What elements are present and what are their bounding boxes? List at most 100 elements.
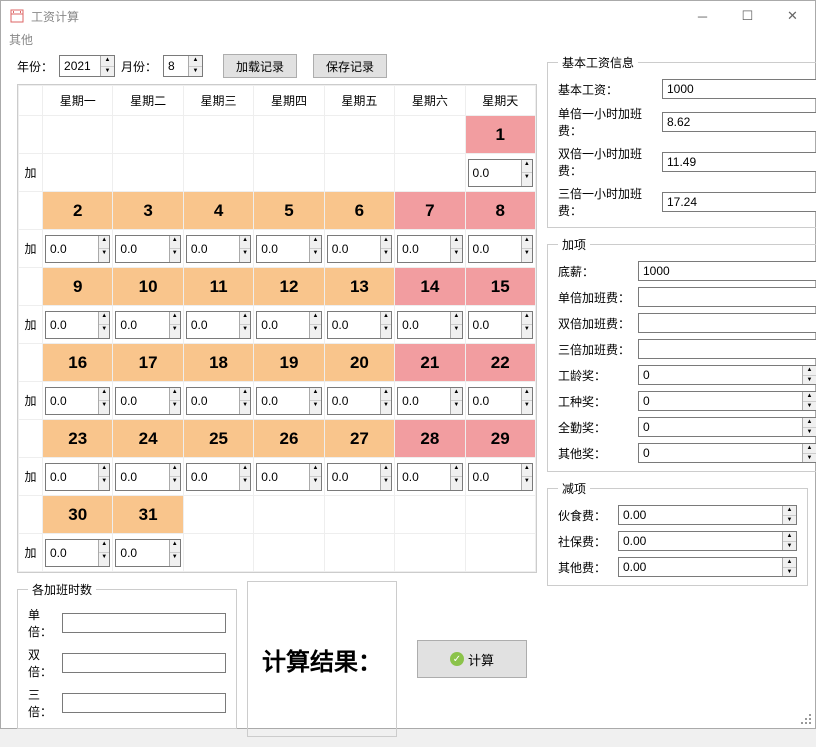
ot-spin[interactable]: ▲▼ [327, 387, 392, 415]
ot-spin[interactable]: ▲▼ [256, 311, 321, 339]
size-grip[interactable] [799, 712, 813, 726]
day-cell: 7 [395, 192, 465, 230]
ot-spin[interactable]: ▲▼ [397, 463, 462, 491]
day-number: 20 [325, 344, 394, 381]
maximize-button[interactable]: ☐ [725, 1, 770, 31]
weekday-header: 星期一 [43, 86, 113, 116]
ot-spin[interactable]: ▲▼ [397, 311, 462, 339]
ot-spin[interactable]: ▲▼ [256, 463, 321, 491]
day-cell: 25 [183, 420, 253, 458]
sub-other-spin[interactable]: ▲▼ [618, 557, 797, 577]
add-s1-field[interactable] [638, 287, 816, 307]
ot-spin[interactable]: ▲▼ [397, 387, 462, 415]
menu-other[interactable]: 其他 [9, 31, 33, 48]
ot-spin[interactable]: ▲▼ [186, 235, 251, 263]
day-cell [324, 496, 394, 534]
ot-spin[interactable]: ▲▼ [45, 463, 110, 491]
add-full-spin[interactable]: ▲▼ [638, 417, 816, 437]
ot-spin[interactable]: ▲▼ [468, 159, 533, 187]
ot-hours-group: 各加班时数 单倍： 双倍： 三倍： [17, 581, 237, 729]
load-button[interactable]: 加载记录 [223, 54, 297, 78]
sub-meal-spin[interactable]: ▲▼ [618, 505, 797, 525]
ot-double-field[interactable] [62, 653, 226, 673]
close-button[interactable]: ✕ [770, 1, 815, 31]
ot-spin[interactable]: ▲▼ [115, 311, 180, 339]
rate2-field[interactable] [662, 152, 816, 172]
save-button[interactable]: 保存记录 [313, 54, 387, 78]
ot-spin[interactable]: ▲▼ [186, 387, 251, 415]
ot-spin[interactable]: ▲▼ [468, 387, 533, 415]
ot-spin[interactable]: ▲▼ [45, 311, 110, 339]
rate1-field[interactable] [662, 112, 816, 132]
day-cell: 11 [183, 268, 253, 306]
day-cell [183, 116, 253, 154]
day-cell: 2 [43, 192, 113, 230]
ot-spin[interactable]: ▲▼ [327, 235, 392, 263]
month-up[interactable]: ▲ [189, 56, 202, 67]
ot-spin[interactable]: ▲▼ [468, 463, 533, 491]
ot-single-field[interactable] [62, 613, 226, 633]
day-number: 22 [466, 344, 535, 381]
day-cell: 5 [254, 192, 324, 230]
add-base-field[interactable] [638, 261, 816, 281]
calendar: 星期一星期二星期三星期四星期五星期六星期天 1加▲▼2345678加▲▼▲▼▲▼… [17, 84, 537, 573]
rate3-field[interactable] [662, 192, 816, 212]
ot-spin[interactable]: ▲▼ [186, 311, 251, 339]
add-other-spin[interactable]: ▲▼ [638, 443, 816, 463]
add-s3-field[interactable] [638, 339, 816, 359]
day-number: 8 [466, 192, 535, 229]
weekday-header: 星期天 [465, 86, 535, 116]
year-spin[interactable]: ▲▼ [59, 55, 115, 77]
day-number: 17 [113, 344, 182, 381]
check-icon: ✓ [450, 652, 464, 666]
day-number: 18 [184, 344, 253, 381]
add-s2-field[interactable] [638, 313, 816, 333]
sub-ss-spin[interactable]: ▲▼ [618, 531, 797, 551]
day-number: 10 [113, 268, 182, 305]
calculate-button[interactable]: ✓ 计算 [417, 640, 527, 678]
ot-spin[interactable]: ▲▼ [115, 387, 180, 415]
base-salary-spin[interactable]: ▲▼ [662, 79, 816, 99]
ot-spin[interactable]: ▲▼ [327, 311, 392, 339]
ot-spin[interactable]: ▲▼ [468, 311, 533, 339]
add-type-spin[interactable]: ▲▼ [638, 391, 816, 411]
app-icon [9, 8, 25, 24]
year-down[interactable]: ▼ [101, 67, 114, 77]
ot-spin[interactable]: ▲▼ [115, 539, 180, 567]
ot-spin[interactable]: ▲▼ [256, 387, 321, 415]
ot-spin[interactable]: ▲▼ [468, 235, 533, 263]
day-cell: 20 [324, 344, 394, 382]
weekday-header: 星期三 [183, 86, 253, 116]
ot-spin[interactable]: ▲▼ [186, 463, 251, 491]
ot-spin[interactable]: ▲▼ [45, 387, 110, 415]
ot-spin[interactable]: ▲▼ [327, 463, 392, 491]
day-number: 16 [43, 344, 112, 381]
row-label: 加 [19, 534, 43, 572]
ot-spin[interactable]: ▲▼ [115, 463, 180, 491]
day-cell [465, 496, 535, 534]
ot-spin[interactable]: ▲▼ [45, 539, 110, 567]
ot-spin[interactable]: ▲▼ [45, 235, 110, 263]
ot-triple-field[interactable] [62, 693, 226, 713]
day-cell: 22 [465, 344, 535, 382]
minimize-button[interactable]: ─ [680, 1, 725, 31]
month-down[interactable]: ▼ [189, 67, 202, 77]
year-up[interactable]: ▲ [101, 56, 114, 67]
day-cell: 8 [465, 192, 535, 230]
day-cell: 4 [183, 192, 253, 230]
day-number: 3 [113, 192, 182, 229]
ot-spin[interactable]: ▲▼ [115, 235, 180, 263]
day-cell: 3 [113, 192, 183, 230]
month-label: 月份： [121, 58, 157, 75]
add-age-spin[interactable]: ▲▼ [638, 365, 816, 385]
ot-spin[interactable]: ▲▼ [397, 235, 462, 263]
row-label: 加 [19, 382, 43, 420]
day-cell [324, 116, 394, 154]
day-number: 6 [325, 192, 394, 229]
ot-spin[interactable]: ▲▼ [256, 235, 321, 263]
day-cell: 15 [465, 268, 535, 306]
month-spin[interactable]: ▲▼ [163, 55, 203, 77]
day-number: 7 [395, 192, 464, 229]
day-cell: 19 [254, 344, 324, 382]
row-label: 加 [19, 230, 43, 268]
